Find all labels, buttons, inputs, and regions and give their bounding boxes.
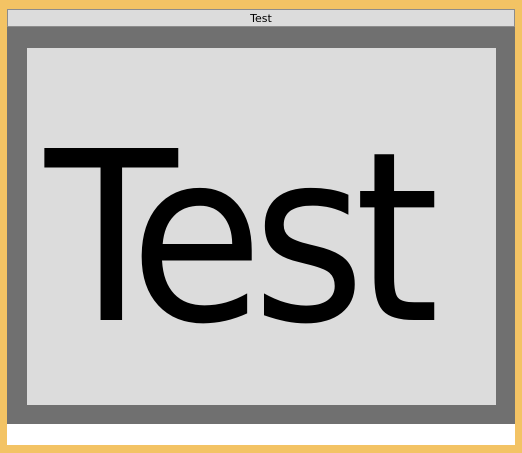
bottom-blank-area [7, 424, 515, 445]
content-inner-panel: Test [27, 48, 496, 405]
window-title: Test [250, 11, 272, 25]
large-text-label: Test [45, 101, 439, 376]
window-title-bar[interactable]: Test [7, 9, 515, 27]
